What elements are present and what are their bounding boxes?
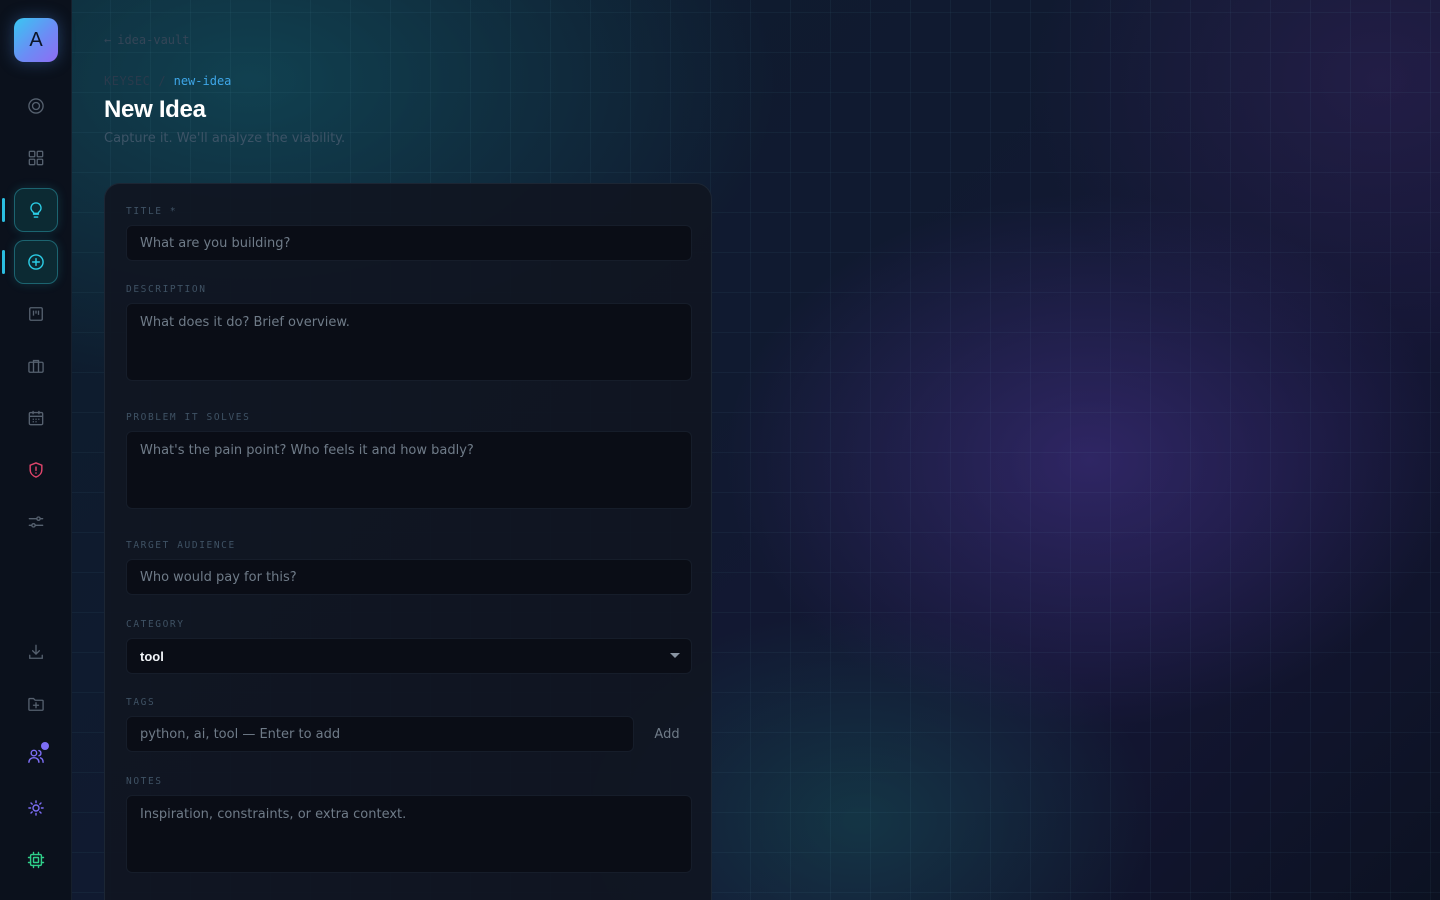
breadcrumb-root[interactable]: KEYSEC xyxy=(104,74,150,88)
breadcrumb-current: new-idea xyxy=(173,74,232,88)
notes-label: NOTES xyxy=(126,776,163,787)
problem-label: PROBLEM IT SOLVES xyxy=(126,412,251,423)
sun-icon xyxy=(28,800,44,816)
sidebar-item-settings[interactable] xyxy=(14,500,58,544)
kanban-board-icon xyxy=(29,307,43,321)
cpu-chip-icon xyxy=(27,851,45,869)
title-label: TITLE * xyxy=(126,206,178,217)
notes-textarea[interactable] xyxy=(126,795,692,873)
shield-alert-icon xyxy=(29,462,43,478)
active-indicator xyxy=(2,198,5,222)
category-value: tool xyxy=(140,648,164,664)
description-label: DESCRIPTION xyxy=(126,284,207,295)
sidebar-item-system[interactable] xyxy=(14,838,58,882)
category-select[interactable]: tool xyxy=(126,638,692,674)
sidebar-item-download[interactable] xyxy=(14,630,58,674)
sidebar-item-new-folder[interactable] xyxy=(14,682,58,726)
audience-input[interactable] xyxy=(126,559,692,595)
sidebar-item-team[interactable] xyxy=(14,734,58,778)
back-link-label: idea-vault xyxy=(117,33,190,47)
download-icon xyxy=(29,644,43,659)
arrow-left-icon: ← xyxy=(104,33,112,47)
page-title: New Idea xyxy=(104,96,206,123)
plus-circle-icon xyxy=(28,254,44,270)
breadcrumb: KEYSEC / new-idea xyxy=(104,74,231,88)
sidebar: A xyxy=(0,0,72,900)
sidebar-item-security[interactable] xyxy=(14,448,58,492)
sidebar-item-ideas[interactable] xyxy=(14,188,58,232)
audience-label: TARGET AUDIENCE xyxy=(126,540,236,551)
sidebar-item-target[interactable] xyxy=(14,84,58,128)
dashboard-grid-icon xyxy=(28,150,44,166)
calendar-icon xyxy=(28,410,44,426)
active-indicator xyxy=(2,250,5,274)
category-label: CATEGORY xyxy=(126,619,185,630)
sidebar-item-new-idea[interactable] xyxy=(14,240,58,284)
sliders-icon xyxy=(28,516,44,528)
description-textarea[interactable] xyxy=(126,303,692,381)
sidebar-item-projects[interactable] xyxy=(14,344,58,388)
sidebar-item-dashboard[interactable] xyxy=(14,136,58,180)
briefcase-icon xyxy=(28,359,44,373)
title-input[interactable] xyxy=(126,225,692,261)
back-link[interactable]: ← idea-vault xyxy=(104,33,189,47)
target-icon xyxy=(28,98,44,114)
sidebar-item-theme[interactable] xyxy=(14,786,58,830)
chevron-down-icon xyxy=(670,653,680,658)
logo-letter: A xyxy=(29,28,43,51)
page-subtitle: Capture it. We'll analyze the viability. xyxy=(104,131,346,146)
breadcrumb-separator: / xyxy=(158,74,166,88)
sidebar-item-board[interactable] xyxy=(14,292,58,336)
notification-dot xyxy=(41,742,49,750)
tags-label: TAGS xyxy=(126,697,156,708)
app-logo[interactable]: A xyxy=(14,18,58,62)
tags-input[interactable] xyxy=(126,716,634,752)
folder-plus-icon xyxy=(28,697,44,711)
new-idea-form: TITLE * DESCRIPTION PROBLEM IT SOLVES TA… xyxy=(104,183,712,900)
add-tag-button[interactable]: Add xyxy=(645,717,689,751)
sidebar-item-calendar[interactable] xyxy=(14,396,58,440)
lightbulb-icon xyxy=(30,202,42,218)
problem-textarea[interactable] xyxy=(126,431,692,509)
